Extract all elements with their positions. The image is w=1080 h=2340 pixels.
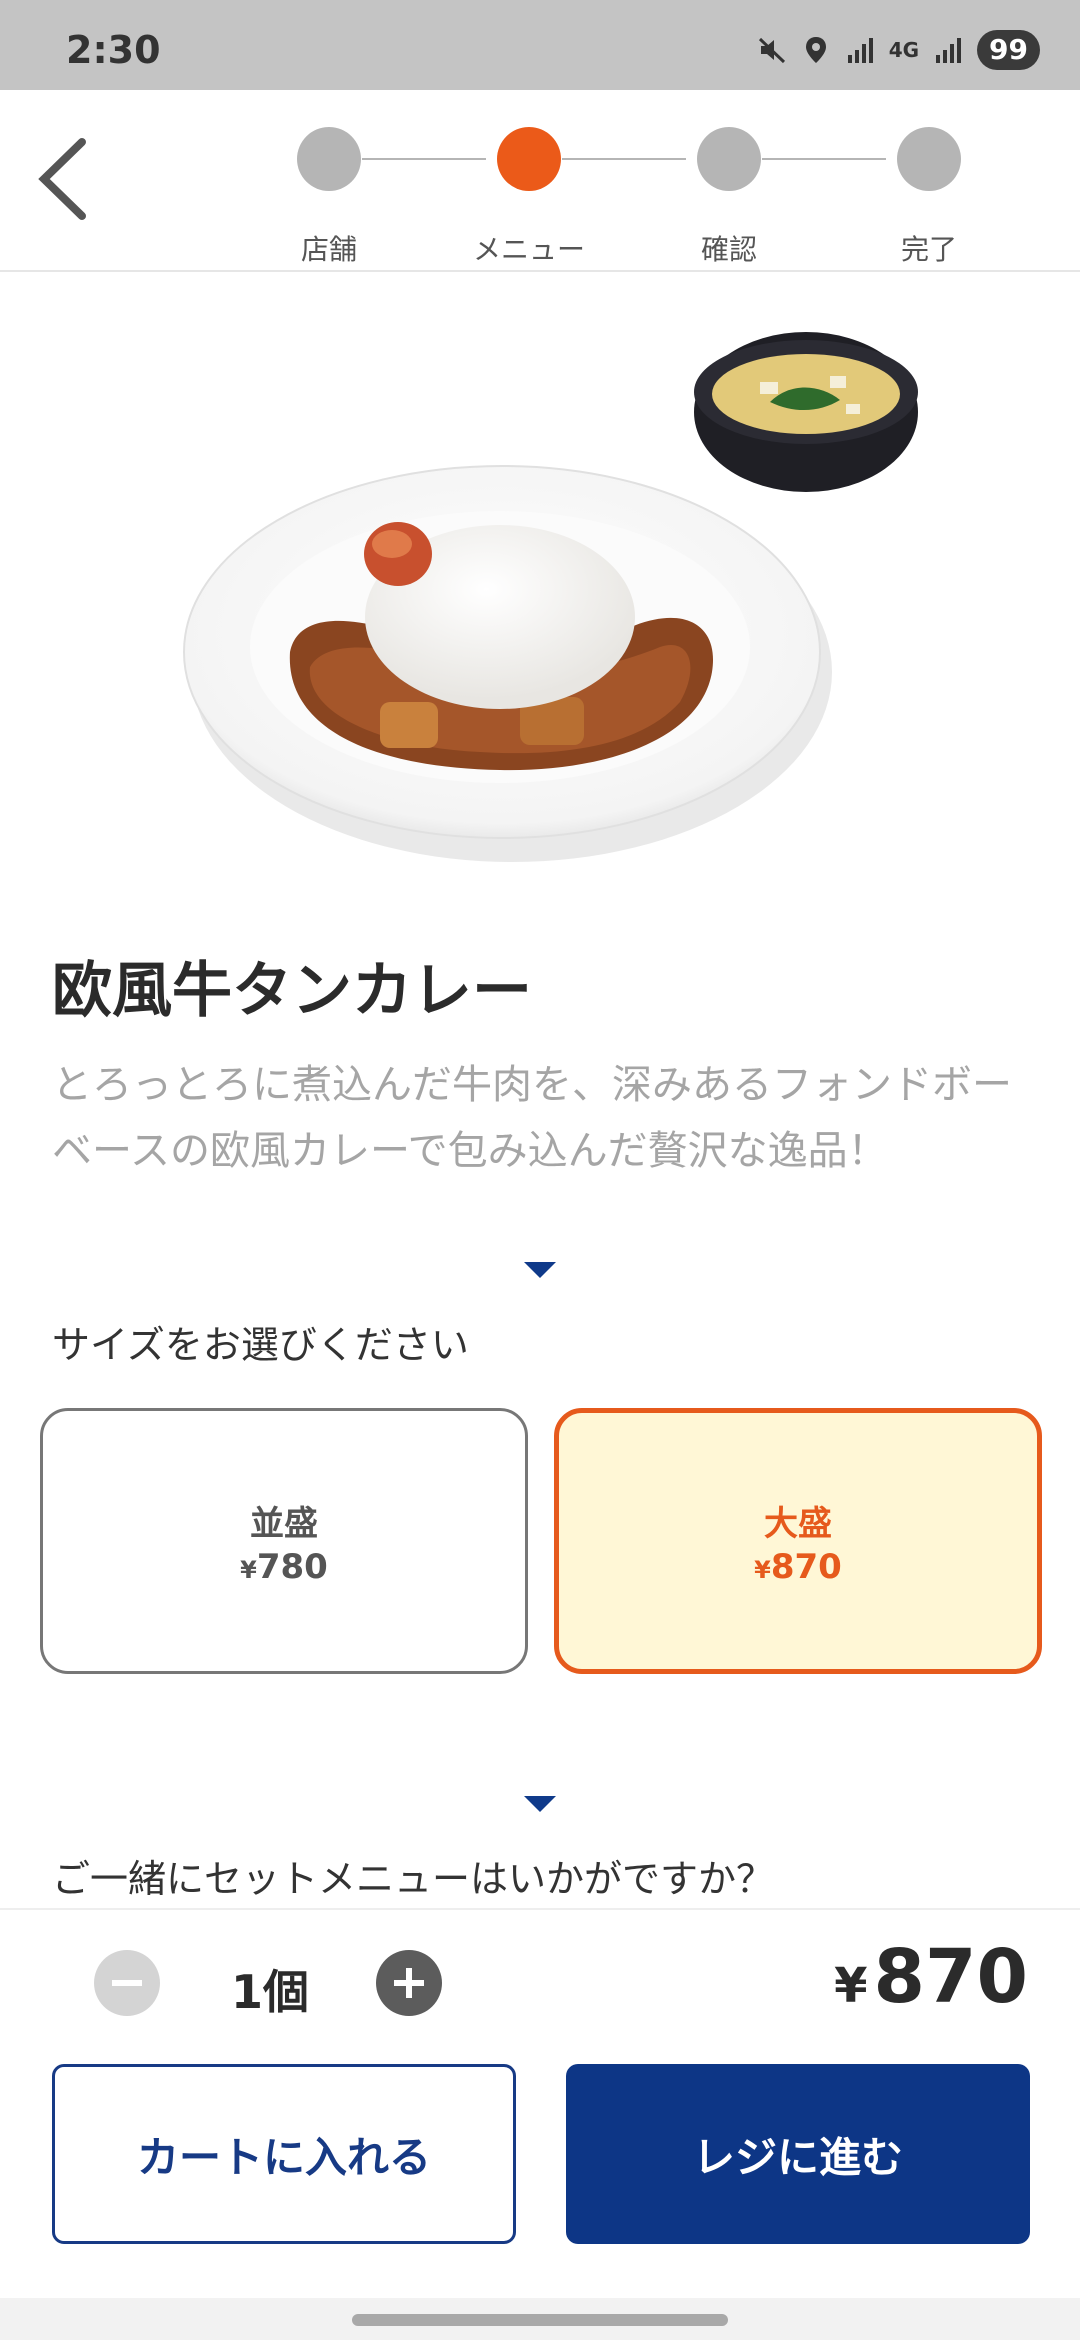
minus-icon: [112, 1980, 142, 1986]
signal-icon: [847, 38, 873, 63]
step-dot-store: [297, 127, 361, 191]
step-label-complete: 完了: [900, 233, 957, 266]
product-image: [183, 332, 918, 862]
quantity-value: 1個: [230, 1965, 309, 2019]
battery-indicator: 99: [977, 30, 1040, 70]
size-option-name: 並盛: [250, 1503, 318, 1544]
section-arrow-icon: [524, 1262, 556, 1278]
status-bar: 2:30 4G 99: [0, 0, 1080, 90]
step-connector: [362, 158, 486, 160]
home-indicator[interactable]: [352, 2314, 728, 2326]
status-time: 2:30: [66, 28, 161, 72]
size-option-large[interactable]: 大盛 ¥870: [554, 1408, 1042, 1674]
step-label-confirm: 確認: [700, 233, 757, 266]
mute-icon: [758, 37, 785, 64]
step-dot-complete: [897, 127, 961, 191]
increase-quantity-button[interactable]: [376, 1950, 442, 2016]
decrease-quantity-button[interactable]: [94, 1950, 160, 2016]
size-option-price: ¥780: [240, 1546, 328, 1587]
chevron-left-icon: [38, 138, 86, 220]
back-button[interactable]: [30, 134, 100, 224]
step-dot-confirm: [697, 127, 761, 191]
size-option-name: 大盛: [764, 1503, 832, 1544]
step-connector: [562, 158, 686, 160]
network-type: 4G: [888, 38, 920, 62]
step-label-store: 店舗: [300, 233, 357, 266]
location-icon: [805, 37, 826, 63]
size-section-label: サイズをお選びください: [52, 1323, 469, 1367]
section-arrow-icon: [524, 1796, 556, 1812]
checkout-button[interactable]: レジに進む: [566, 2064, 1030, 2244]
size-option-regular[interactable]: 並盛 ¥780: [40, 1408, 528, 1674]
step-connector: [762, 158, 886, 160]
plus-icon-vertical: [406, 1968, 412, 1998]
header: 店舗 メニュー 確認 完了: [0, 90, 1080, 272]
status-icons: 4G 99: [757, 30, 1040, 70]
total-price: ¥870: [834, 1934, 1028, 2020]
product-title: 欧風牛タンカレー: [52, 956, 532, 1026]
step-dot-menu: [497, 127, 561, 191]
set-menu-section-label: ご一緒にセットメニューはいかがですか？: [52, 1857, 775, 1901]
size-option-price: ¥870: [754, 1546, 842, 1587]
system-nav-bar: [0, 2298, 1080, 2340]
product-description: とろっとろに煮込んだ牛肉を、深みあるフォンドボーベースの欧風カレーで包み込んだ贅…: [52, 1062, 1012, 1174]
step-label-menu: メニュー: [472, 233, 585, 266]
add-to-cart-button[interactable]: カートに入れる: [52, 2064, 516, 2244]
signal-icon-2: [936, 38, 962, 63]
order-bar: 1個 ¥870 カートに入れる レジに進む: [0, 1908, 1080, 2298]
